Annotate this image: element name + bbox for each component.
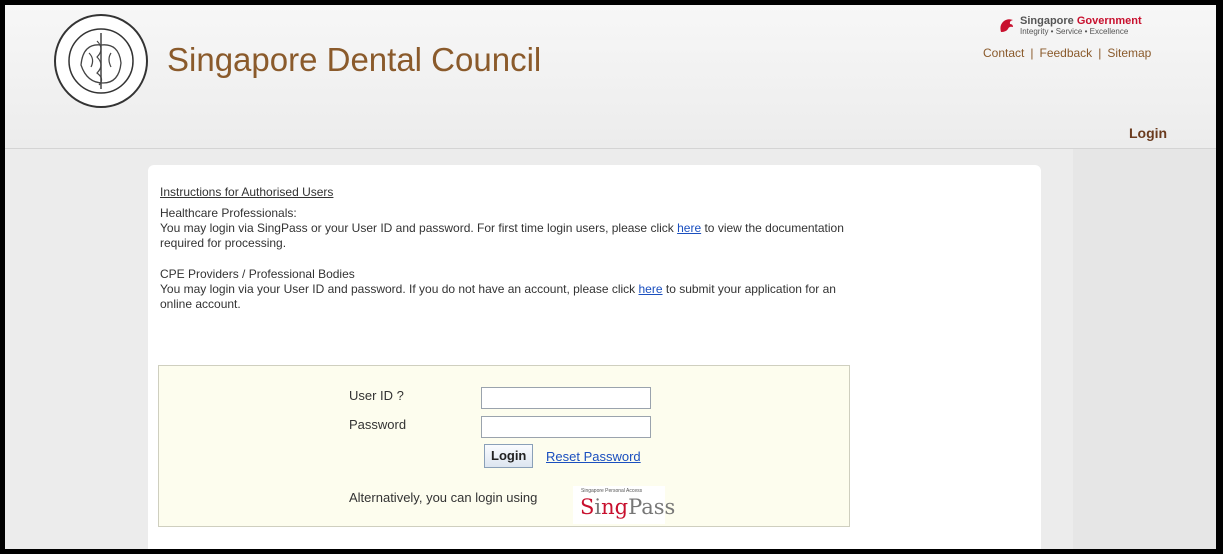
dental-council-seal-logo (54, 14, 148, 108)
cpe-here-link[interactable]: here (639, 282, 663, 296)
gov-name: Singapore Government (1020, 15, 1142, 27)
instructions-title: Instructions for Authorised Users (160, 185, 334, 199)
cpe-text: You may login via your User ID and passw… (160, 282, 836, 311)
healthcare-here-link[interactable]: here (677, 221, 701, 235)
nav-login-tab[interactable]: Login (1129, 125, 1167, 141)
login-form: User ID ? Password Login Reset Password … (158, 365, 850, 527)
separator: | (1030, 46, 1034, 60)
userid-input[interactable] (481, 387, 651, 409)
healthcare-heading: Healthcare Professionals: (160, 206, 297, 220)
right-sidebar-background (1073, 149, 1216, 549)
lion-head-icon (1000, 19, 1013, 32)
main-content-panel: Instructions for Authorised Users Health… (148, 165, 1041, 549)
separator: | (1098, 46, 1102, 60)
singpass-logo: SingPass (580, 495, 676, 519)
utility-links: Contact | Feedback | Sitemap (983, 46, 1151, 60)
instructions-section: Instructions for Authorised Users Health… (160, 185, 860, 312)
healthcare-text: You may login via SingPass or your User … (160, 221, 844, 250)
cpe-heading: CPE Providers / Professional Bodies (160, 267, 355, 281)
login-button[interactable]: Login (484, 444, 534, 468)
alternative-login-text: Alternatively, you can login using (349, 490, 538, 505)
reset-password-link[interactable]: Reset Password (546, 449, 641, 464)
site-header: Singapore Dental Council Singapore Gover… (5, 5, 1216, 149)
site-title: Singapore Dental Council (167, 41, 542, 78)
feedback-link[interactable]: Feedback (1039, 46, 1092, 60)
sitemap-link[interactable]: Sitemap (1107, 46, 1151, 60)
password-label: Password (349, 417, 407, 432)
singpass-subtitle: Singapore Personal Access (581, 488, 643, 494)
contact-link[interactable]: Contact (983, 46, 1024, 60)
gov-tagline: Integrity • Service • Excellence (1020, 27, 1129, 36)
userid-label: User ID ? (349, 388, 404, 403)
singpass-login-button[interactable]: Singapore Personal Access SingPass (573, 486, 675, 524)
browser-viewport: Singapore Dental Council Singapore Gover… (5, 5, 1216, 549)
password-input[interactable] (481, 416, 651, 438)
